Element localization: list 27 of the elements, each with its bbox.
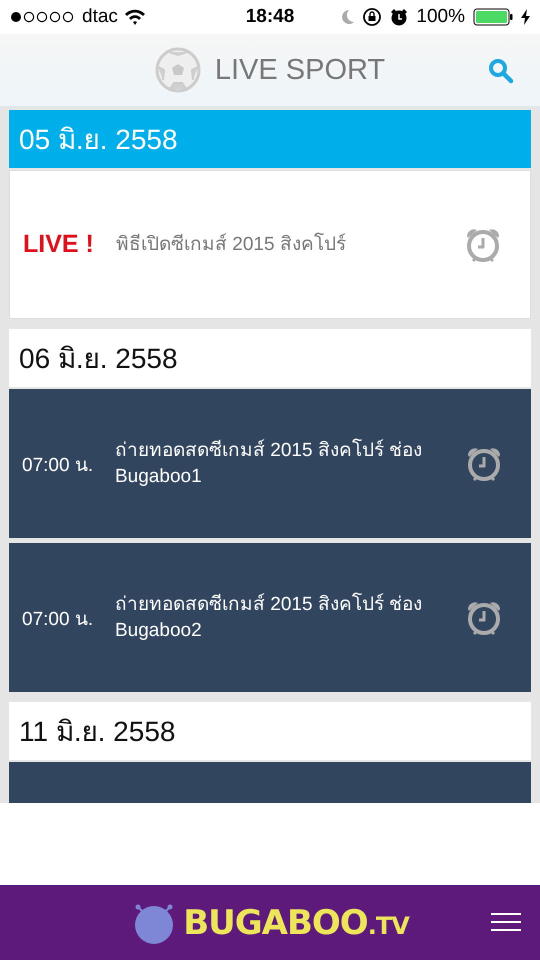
live-label: LIVE !	[23, 230, 95, 259]
carrier: dtac	[82, 6, 118, 28]
date-header: 11 มิ.ย. 2558	[9, 702, 531, 760]
event-card[interactable]: 07:00 น. ถ่ายทอดสดซีเกมส์ 2015 สิงคโปร์ ช่อง Bugaboo1	[9, 389, 531, 538]
alarm-icon	[390, 8, 408, 26]
signal-icon	[10, 11, 76, 23]
app-title: LIVE SPORT	[214, 54, 386, 86]
date-header: 05 มิ.ย. 2558	[9, 110, 531, 168]
event-card[interactable]: LIVE ! พิธีเปิดซีเกมส์ 2015 สิงคโปร์	[9, 170, 531, 319]
event-title: พิธีเปิดซีเกมส์ 2015 สิงคโปร์	[116, 232, 347, 256]
moon-icon	[340, 9, 354, 25]
brand-logo: BUGABOO.TV	[183, 902, 409, 942]
date-header: 06 มิ.ย. 2558	[9, 329, 531, 387]
battery-percentage: 100%	[416, 6, 466, 28]
charging-icon	[521, 9, 530, 25]
soccer-ball-icon	[154, 47, 201, 93]
rotation-lock-icon	[362, 7, 382, 27]
menu-button[interactable]	[491, 912, 521, 932]
clock-time: 18:48	[246, 6, 294, 28]
event-title: ถ่ายทอดสดซีเกมส์ 2015 สิงคโปร์ ช่อง Bugaboo2	[115, 592, 424, 642]
event-card[interactable]: 07:00 น. ถ่ายทอดสดซีเกมส์ 2015 สิงคโปร์ ช่อง Bugaboo2	[9, 543, 531, 692]
event-title: ถ่ายทอดสดซีเกมส์ 2015 สิงคโปร์ ช่อง Bugaboo1	[115, 438, 424, 488]
search-button[interactable]	[488, 58, 514, 84]
wifi-icon	[124, 9, 146, 25]
event-time: 07:00 น.	[22, 454, 94, 478]
event-time: 07:00 น.	[22, 608, 94, 632]
battery-icon	[473, 8, 514, 26]
